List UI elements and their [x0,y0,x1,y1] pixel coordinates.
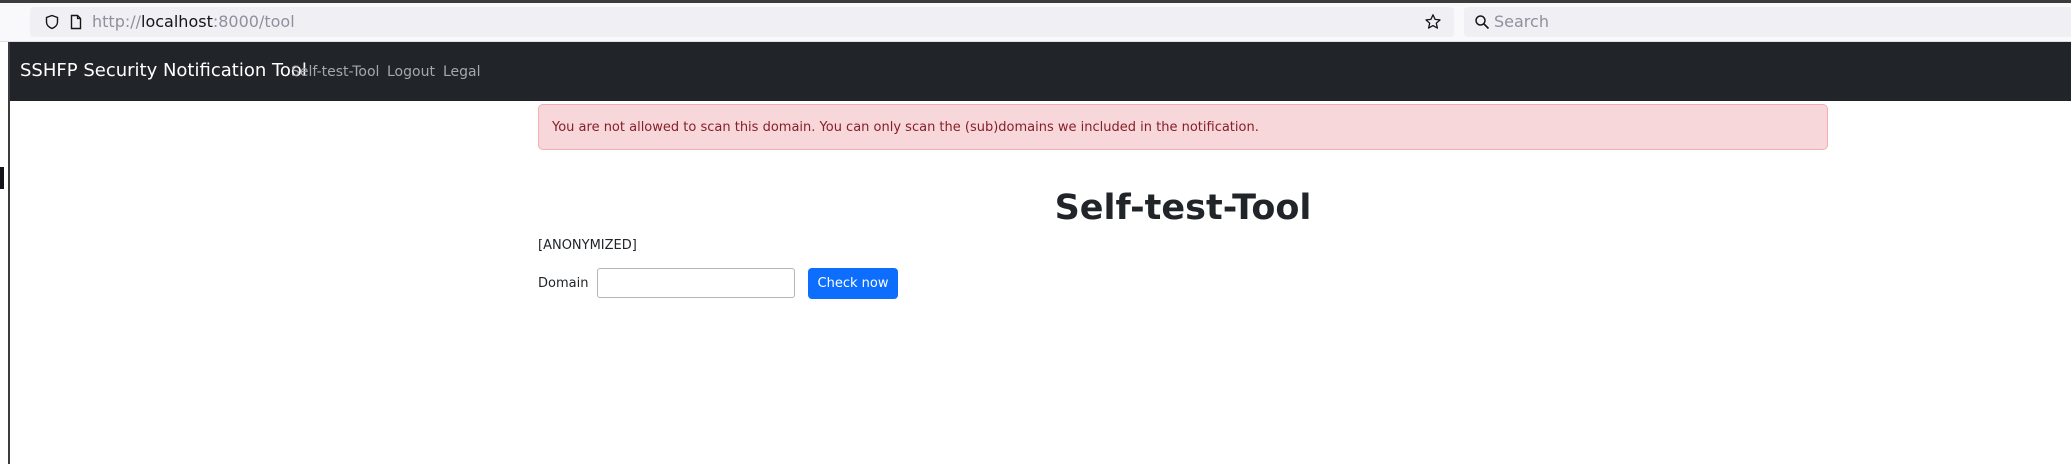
edge-marker [0,167,4,189]
url-host: localhost [141,12,213,31]
window-left-edge [0,42,10,464]
error-alert: You are not allowed to scan this domain.… [538,104,1828,150]
search-placeholder: Search [1494,12,1549,31]
address-bar[interactable]: http://localhost:8000/tool [30,7,1454,37]
nav-link-legal[interactable]: Legal [443,64,481,80]
search-icon [1475,15,1490,30]
page-icon[interactable] [68,14,84,30]
alert-message: You are not allowed to scan this domain.… [552,120,1259,135]
domain-label: Domain [538,276,589,291]
shield-icon[interactable] [44,14,60,30]
url-path: :8000/tool [212,12,295,31]
page-title: Self-test-Tool [1054,188,1312,228]
domain-input[interactable] [597,268,795,298]
search-bar[interactable]: Search [1464,7,2071,37]
nav-link-logout[interactable]: Logout [387,64,435,80]
browser-toolbar: http://localhost:8000/tool Search [0,3,2071,42]
url-text[interactable]: http://localhost:8000/tool [92,13,295,31]
nav-link-self-test-tool[interactable]: Self-test-Tool [291,64,379,80]
bookmark-star-icon[interactable] [1424,13,1442,31]
site-navbar: SSHFP Security Notification Tool Self-te… [10,42,2071,101]
check-now-button[interactable]: Check now [808,268,898,299]
url-prefix: http:// [92,12,142,31]
anonymized-text: [ANONYMIZED] [538,238,637,253]
navbar-brand[interactable]: SSHFP Security Notification Tool [20,61,307,81]
